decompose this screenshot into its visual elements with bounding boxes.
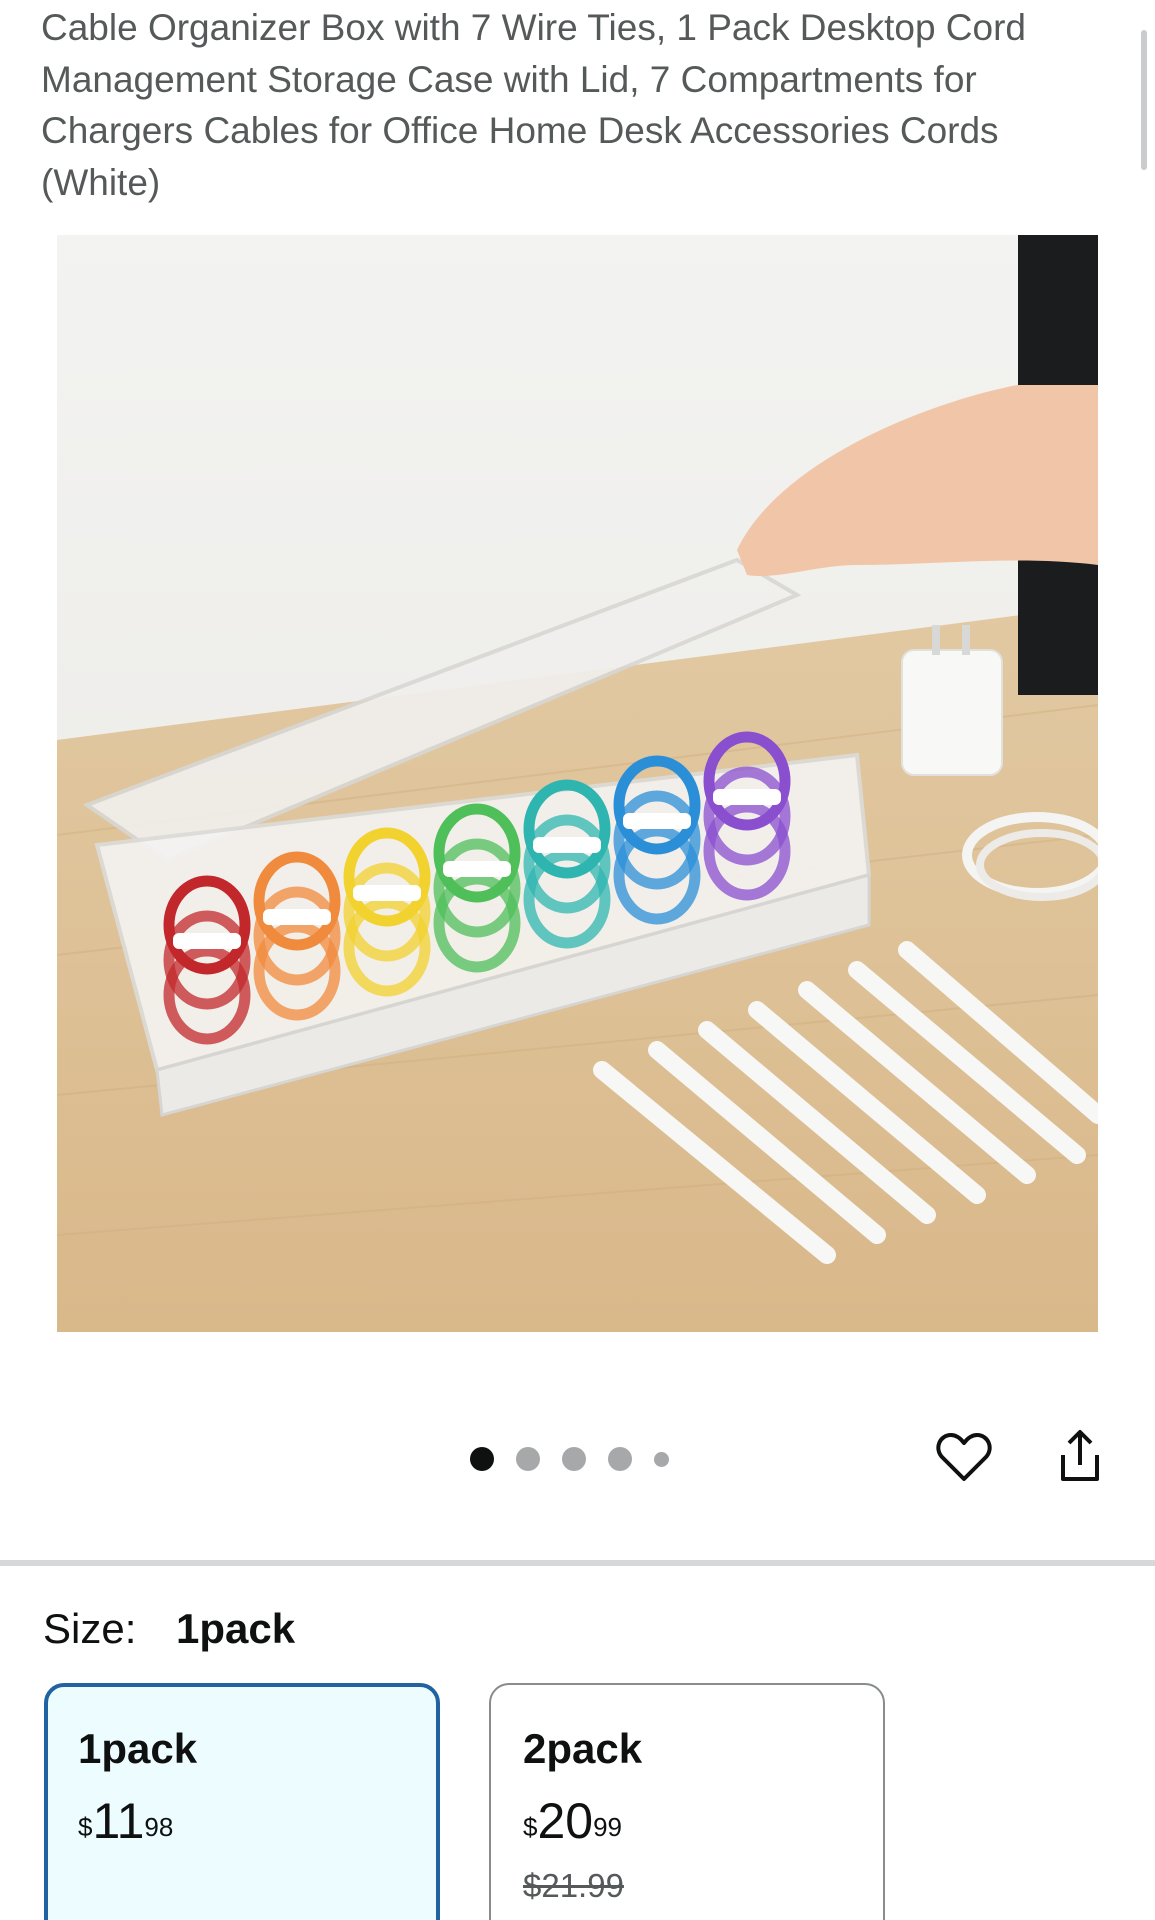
carousel-dot[interactable]: [654, 1451, 669, 1467]
wire-tie-band: [533, 837, 601, 853]
carousel-dot[interactable]: [516, 1447, 540, 1471]
scrollbar[interactable]: [1141, 30, 1147, 170]
option-name: 2pack: [523, 1725, 643, 1772]
section-divider: [0, 1560, 1155, 1566]
wire-tie-band: [173, 933, 241, 949]
option-name: 1pack: [78, 1725, 198, 1772]
price-whole: 20: [537, 1793, 594, 1849]
price-symbol: $: [523, 1812, 538, 1842]
share-button[interactable]: [1048, 1425, 1112, 1489]
size-option-1pack[interactable]: 1pack $1198: [44, 1683, 440, 1920]
size-option-2pack[interactable]: 2pack $2099 $21.99: [489, 1683, 885, 1920]
product-page: Cable Organizer Box with 7 Wire Ties, 1 …: [0, 0, 1155, 1920]
wire-tie-band: [353, 885, 421, 901]
price-whole: 11: [92, 1793, 145, 1849]
image-carousel-dots: [470, 1446, 691, 1472]
option-price: $1198: [78, 1793, 173, 1849]
price-fraction: 98: [144, 1812, 174, 1842]
price-symbol: $: [78, 1812, 93, 1842]
heart-outline-icon: [936, 1433, 992, 1481]
price-fraction: 99: [593, 1812, 623, 1842]
carousel-dot[interactable]: [608, 1447, 632, 1471]
wire-tie-band: [713, 789, 781, 805]
list-price: $21.99: [523, 1867, 624, 1904]
favorite-button[interactable]: [932, 1425, 996, 1489]
option-price: $2099: [523, 1793, 622, 1849]
size-selector-label: Size: 1pack: [43, 1603, 295, 1655]
carousel-dot[interactable]: [470, 1447, 494, 1471]
size-label: Size:: [43, 1605, 137, 1652]
wire-tie-band: [623, 813, 691, 829]
selected-size: 1pack: [176, 1605, 296, 1652]
product-image[interactable]: [57, 235, 1098, 1332]
product-photo: [57, 235, 1098, 1332]
product-title: Cable Organizer Box with 7 Wire Ties, 1 …: [41, 7, 1026, 203]
wire-tie-band: [263, 909, 331, 925]
wire-tie-band: [443, 861, 511, 877]
share-icon: [1061, 1430, 1099, 1481]
carousel-dot[interactable]: [562, 1447, 586, 1471]
